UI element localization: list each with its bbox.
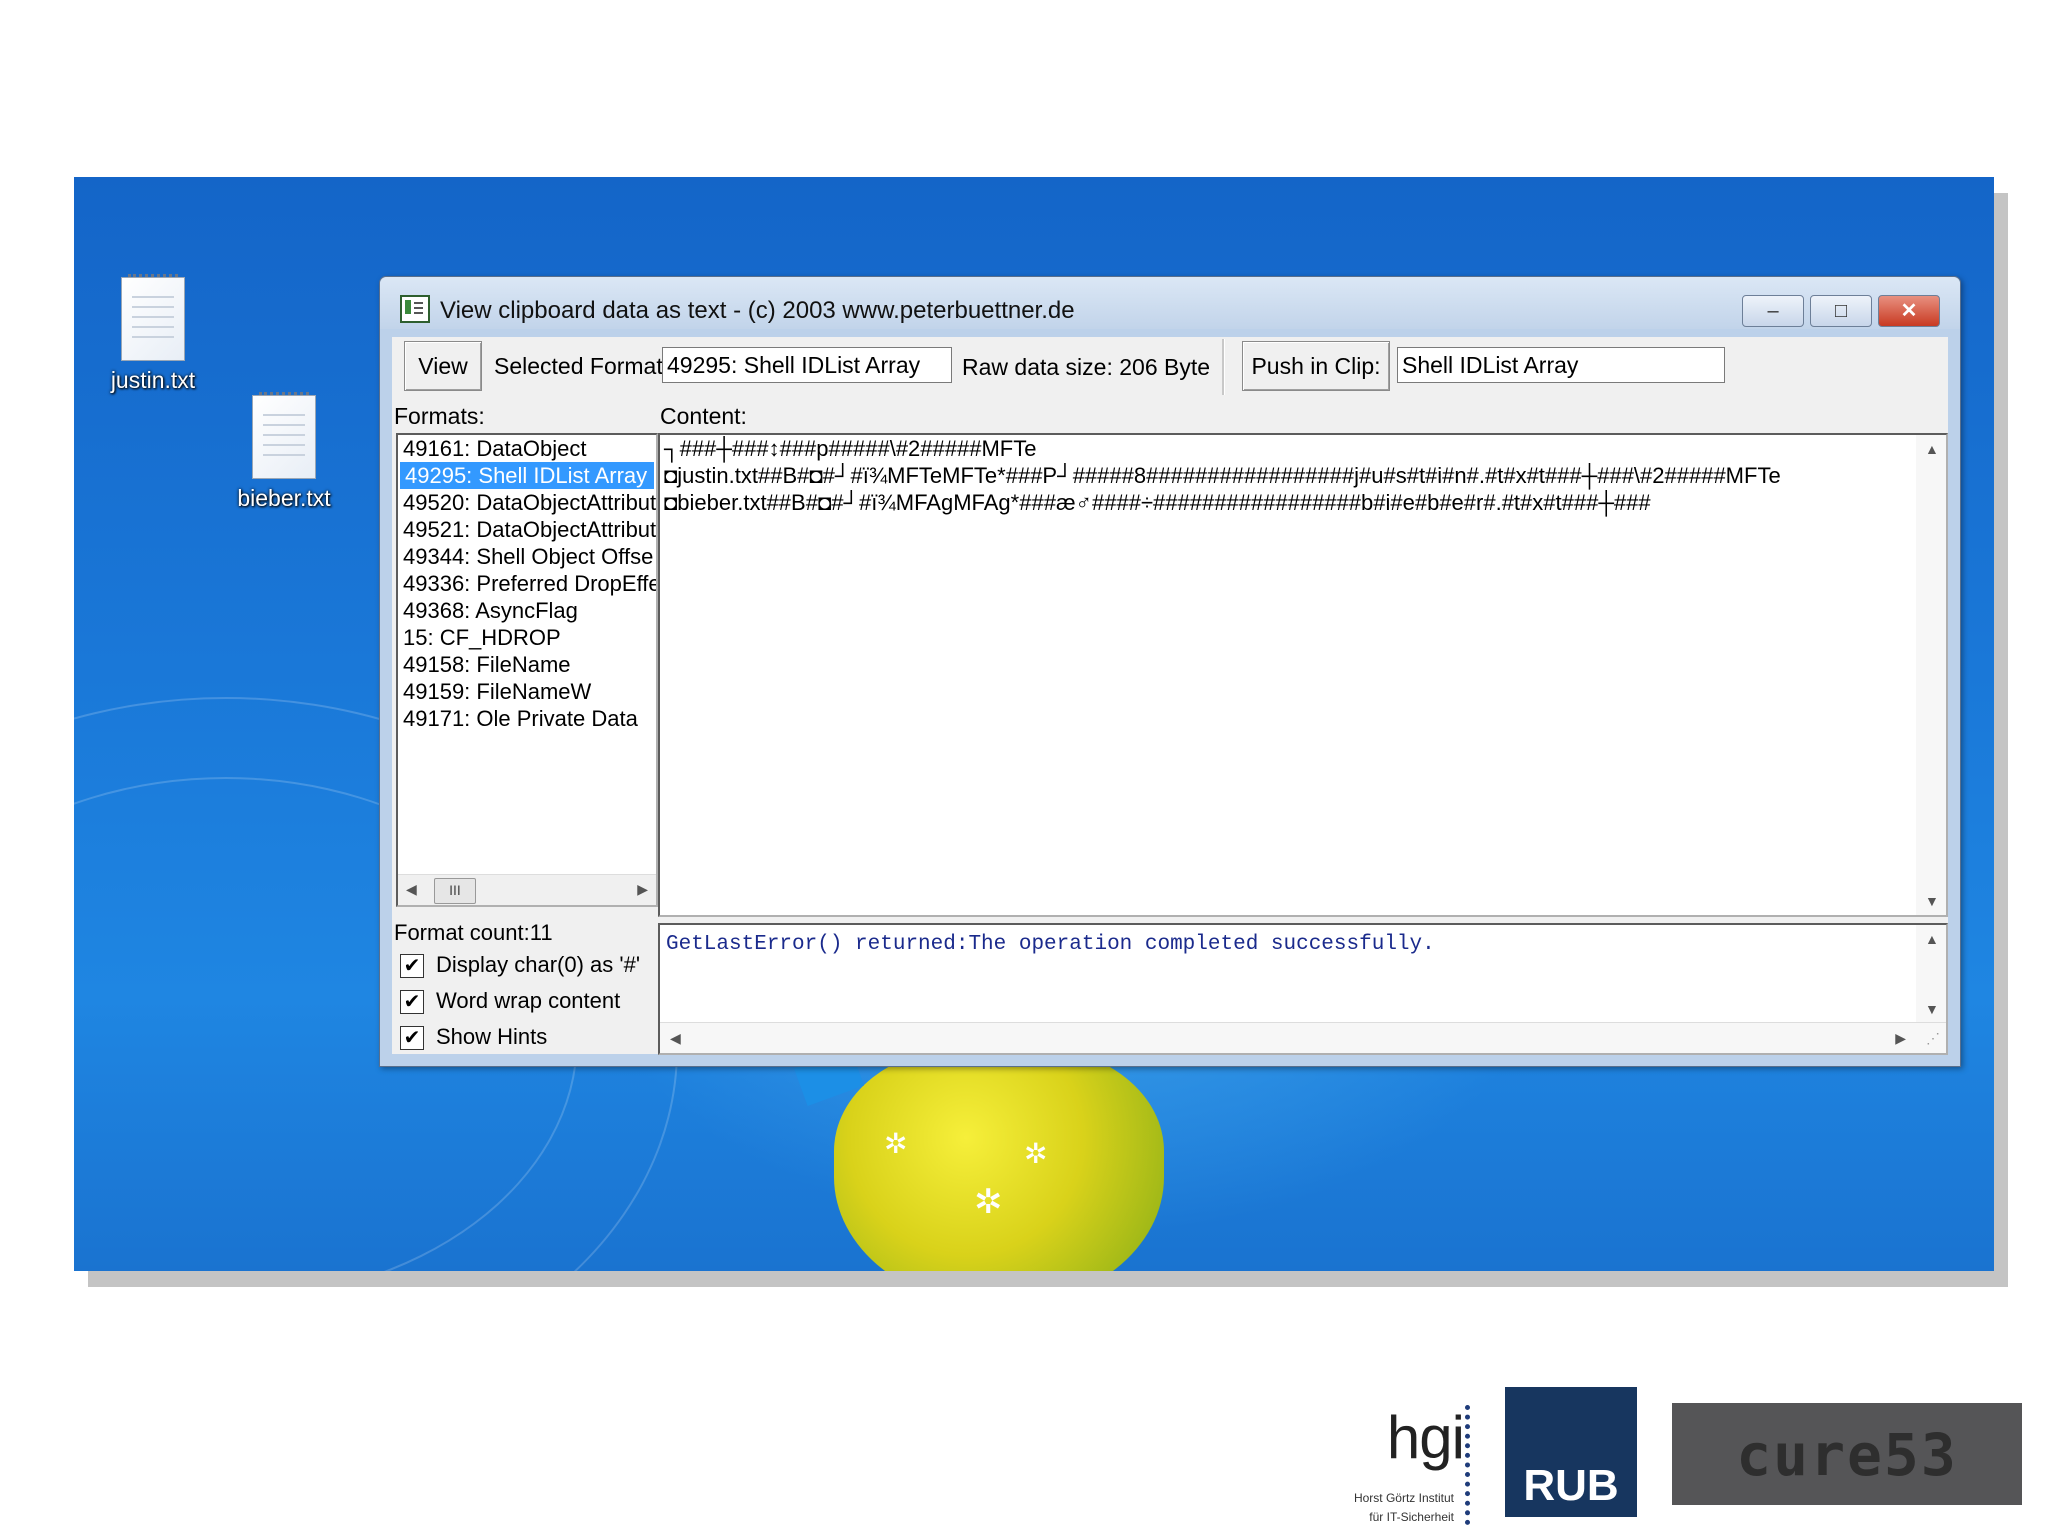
format-list-item[interactable]: 49336: Preferred DropEffe — [398, 570, 656, 597]
content-textarea[interactable]: ┐###┼###↕###p#####\#2#####MFTe ◘justin.tx… — [658, 433, 1948, 917]
cure53-logo: cure53 — [1672, 1403, 2022, 1505]
scroll-left-icon[interactable]: ◀ — [406, 881, 417, 898]
format-list-item[interactable]: 49520: DataObjectAttribut — [398, 489, 656, 516]
window-title: View clipboard data as text - (c) 2003 w… — [440, 297, 1075, 324]
scroll-left-icon[interactable]: ◀ — [670, 1030, 681, 1047]
format-list-item[interactable]: 15: CF_HDROP — [398, 624, 656, 651]
output-vertical-scrollbar[interactable]: ▲ ▼ — [1916, 925, 1946, 1023]
output-horizontal-scrollbar[interactable]: ◀ ▶ ⋰ — [660, 1022, 1946, 1053]
resize-grip-icon[interactable]: ⋰ — [1926, 1030, 1940, 1047]
content-line: ┐###┼###↕###p#####\#2#####MFTe — [664, 436, 1037, 461]
format-list-item[interactable]: 49159: FileNameW — [398, 678, 656, 705]
formats-list-items: 49161: DataObject 49295: Shell IDList Arr… — [398, 435, 656, 732]
format-list-item[interactable]: 49295: Shell IDList Array — [400, 462, 654, 489]
formats-horizontal-scrollbar[interactable]: ◀ III ▶ — [398, 874, 656, 905]
hgi-logo-line2: für IT-Sicherheit — [1369, 1510, 1454, 1524]
raw-data-size: Raw data size: 206 Byte — [962, 354, 1211, 380]
wallpaper-sparkle: ✲ — [884, 1128, 908, 1159]
push-in-clip-button[interactable]: Push in Clip: — [1242, 341, 1390, 391]
push-format-field[interactable]: Shell IDList Array — [1397, 347, 1725, 383]
desktop-icon-bieber[interactable]: bieber.txt — [229, 392, 339, 512]
format-count: Format count:11 — [394, 920, 553, 945]
content-line: ◘bieber.txt##B#◘#┘#ï¾MFAgMFAg*###æ♂####÷… — [664, 490, 1651, 515]
push-button-label: Push in Clip: — [1251, 353, 1381, 379]
output-textarea[interactable]: GetLastError() returned:The operation co… — [658, 923, 1948, 1055]
option-label[interactable]: Show Hints — [436, 1024, 547, 1050]
format-list-item[interactable]: 49171: Ole Private Data — [398, 705, 656, 732]
toolbar-separator — [1222, 339, 1225, 395]
clipboard-app-icon — [400, 295, 430, 323]
title-bar[interactable]: View clipboard data as text - (c) 2003 w… — [380, 277, 1960, 329]
selected-format-field[interactable]: 49295: Shell IDList Array — [662, 347, 952, 383]
clipboard-viewer-window: View clipboard data as text - (c) 2003 w… — [379, 276, 1961, 1067]
rub-logo: RUB — [1505, 1387, 1637, 1517]
option-label[interactable]: Word wrap content — [436, 988, 620, 1014]
option-checkbox[interactable]: ✔ — [400, 954, 424, 978]
scroll-down-icon[interactable]: ▼ — [1925, 1001, 1939, 1017]
content-vertical-scrollbar[interactable]: ▲ ▼ — [1916, 435, 1946, 915]
view-button[interactable]: View — [404, 341, 482, 391]
scroll-up-icon[interactable]: ▲ — [1925, 931, 1939, 947]
format-list-item[interactable]: 49161: DataObject — [398, 435, 656, 462]
hgi-logo-line1: Horst Görtz Institut — [1353, 1491, 1454, 1505]
format-list-item[interactable]: 49521: DataObjectAttribut — [398, 516, 656, 543]
option-checkbox[interactable]: ✔ — [400, 990, 424, 1014]
scroll-right-icon[interactable]: ▶ — [1895, 1030, 1906, 1047]
maximize-button[interactable]: □ — [1810, 295, 1872, 327]
output-text: GetLastError() returned:The operation co… — [666, 933, 1435, 956]
content-line: ◘justin.txt##B#◘#┘#ï¾MFTeMFTe*###P┘#####… — [664, 463, 1781, 488]
wallpaper-sparkle: ✲ — [1024, 1138, 1048, 1169]
hgi-logo: hgi Horst Görtz Institut für IT-Sicherhe… — [1320, 1395, 1470, 1530]
content-lines: ┐###┼###↕###p#####\#2#####MFTe ◘justin.tx… — [660, 435, 1946, 516]
desktop-icon-label: bieber.txt — [237, 485, 331, 511]
window-client-area: View Selected Format: 49295: Shell IDLis… — [392, 337, 1948, 1055]
scroll-thumb[interactable]: III — [434, 878, 476, 904]
text-file-icon — [252, 392, 316, 479]
close-button[interactable]: ✕ — [1878, 295, 1940, 327]
content-label: Content: — [660, 403, 747, 429]
option-label[interactable]: Display char(0) as '#' — [436, 952, 640, 978]
formats-list[interactable]: 49161: DataObject 49295: Shell IDList Arr… — [396, 433, 658, 907]
scroll-up-icon[interactable]: ▲ — [1925, 441, 1939, 457]
hgi-logo-bar — [1459, 1405, 1470, 1525]
rub-logo-text: RUB — [1523, 1461, 1619, 1510]
cure53-logo-text: cure53 — [1736, 1421, 1958, 1489]
selected-format-label: Selected Format: — [494, 353, 670, 379]
wallpaper-sparkle: ✲ — [974, 1183, 1003, 1221]
scroll-down-icon[interactable]: ▼ — [1925, 893, 1939, 909]
view-button-label: View — [418, 353, 468, 379]
hgi-logo-mark: hgi — [1386, 1404, 1465, 1471]
option-checkbox[interactable]: ✔ — [400, 1026, 424, 1050]
format-list-item[interactable]: 49158: FileName — [398, 651, 656, 678]
text-file-icon — [121, 274, 185, 361]
scroll-right-icon[interactable]: ▶ — [637, 881, 648, 898]
minimize-button[interactable]: – — [1742, 295, 1804, 327]
desktop-icon-justin[interactable]: justin.txt — [98, 274, 208, 394]
formats-label: Formats: — [394, 403, 485, 429]
desktop-icon-label: justin.txt — [110, 367, 196, 393]
format-list-item[interactable]: 49368: AsyncFlag — [398, 597, 656, 624]
format-list-item[interactable]: 49344: Shell Object Offse — [398, 543, 656, 570]
